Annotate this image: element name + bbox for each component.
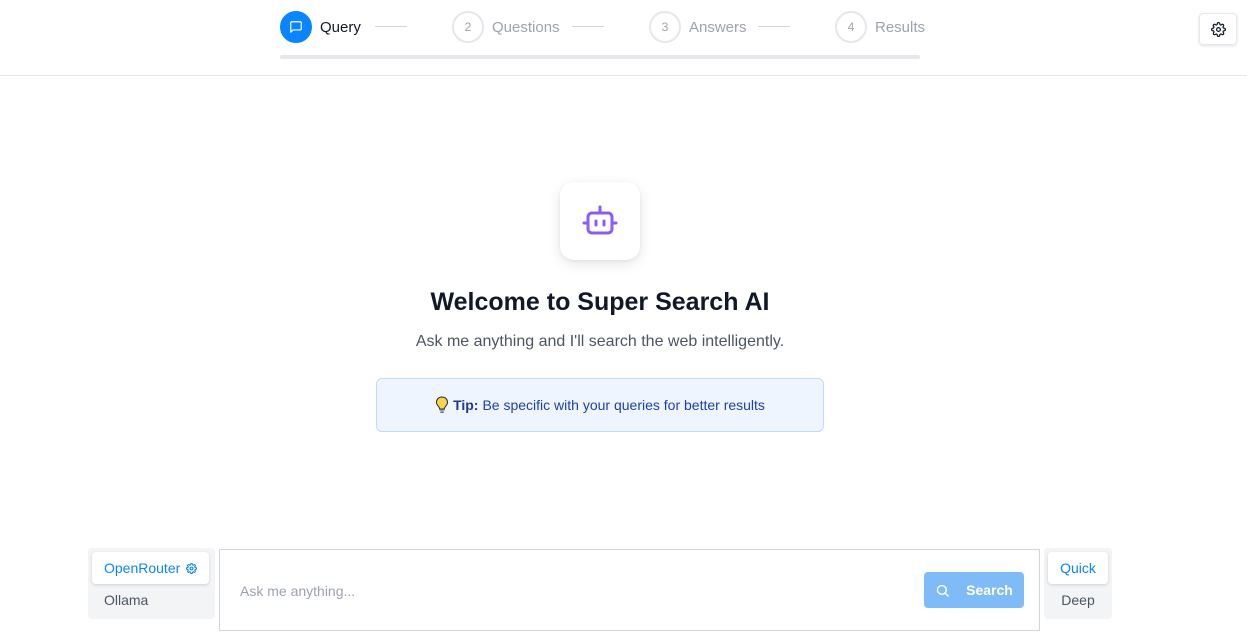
provider-label: OpenRouter [104,560,181,576]
provider-option-ollama[interactable]: Ollama [104,592,148,608]
progress-bar [280,55,920,59]
step-label: Questions [492,18,560,36]
search-input[interactable] [240,576,900,606]
step-answers[interactable]: 3 Answers [649,11,747,43]
step-questions[interactable]: 2 Questions [452,11,560,43]
gear-icon [1210,21,1226,37]
gear-icon[interactable] [186,562,198,574]
tip-label: Tip: [453,397,479,413]
bot-avatar-card [560,182,640,260]
step-query[interactable]: Query [280,11,361,43]
step-label: Results [875,18,926,36]
step-number: 3 [649,11,681,43]
top-header: Query 2 Questions 3 Answers 4 Results [0,0,1247,76]
progress-stepper: Query 2 Questions 3 Answers 4 Results [280,11,925,43]
mode-option-deep[interactable]: Deep [1044,592,1112,608]
search-button-label: Search [966,582,1013,598]
step-connector [572,26,604,27]
step-label: Query [320,18,361,36]
search-container: Search [219,549,1040,631]
step-connector [758,26,790,27]
search-icon [936,584,949,597]
lightbulb-icon [436,396,449,413]
page-title: Welcome to Super Search AI [430,288,770,316]
settings-button[interactable] [1199,13,1237,45]
step-label: Answers [689,18,747,36]
mode-option-quick[interactable]: Quick [1048,552,1108,584]
page-subtitle: Ask me anything and I'll search the web … [415,333,785,350]
tip-banner: Tip: Be specific with your queries for b… [376,378,824,432]
search-mode-selector: Quick Deep [1044,548,1112,619]
step-results[interactable]: 4 Results [835,11,925,43]
robot-icon [582,205,618,235]
step-number: 2 [452,11,484,43]
step-number: 4 [835,11,867,43]
chat-bubble-icon [280,11,312,43]
provider-selector: OpenRouter Ollama [88,548,215,619]
search-button[interactable]: Search [924,572,1024,608]
step-connector [375,26,407,27]
tip-text: Be specific with your queries for better… [482,397,765,413]
provider-option-openrouter[interactable]: OpenRouter [92,552,210,584]
